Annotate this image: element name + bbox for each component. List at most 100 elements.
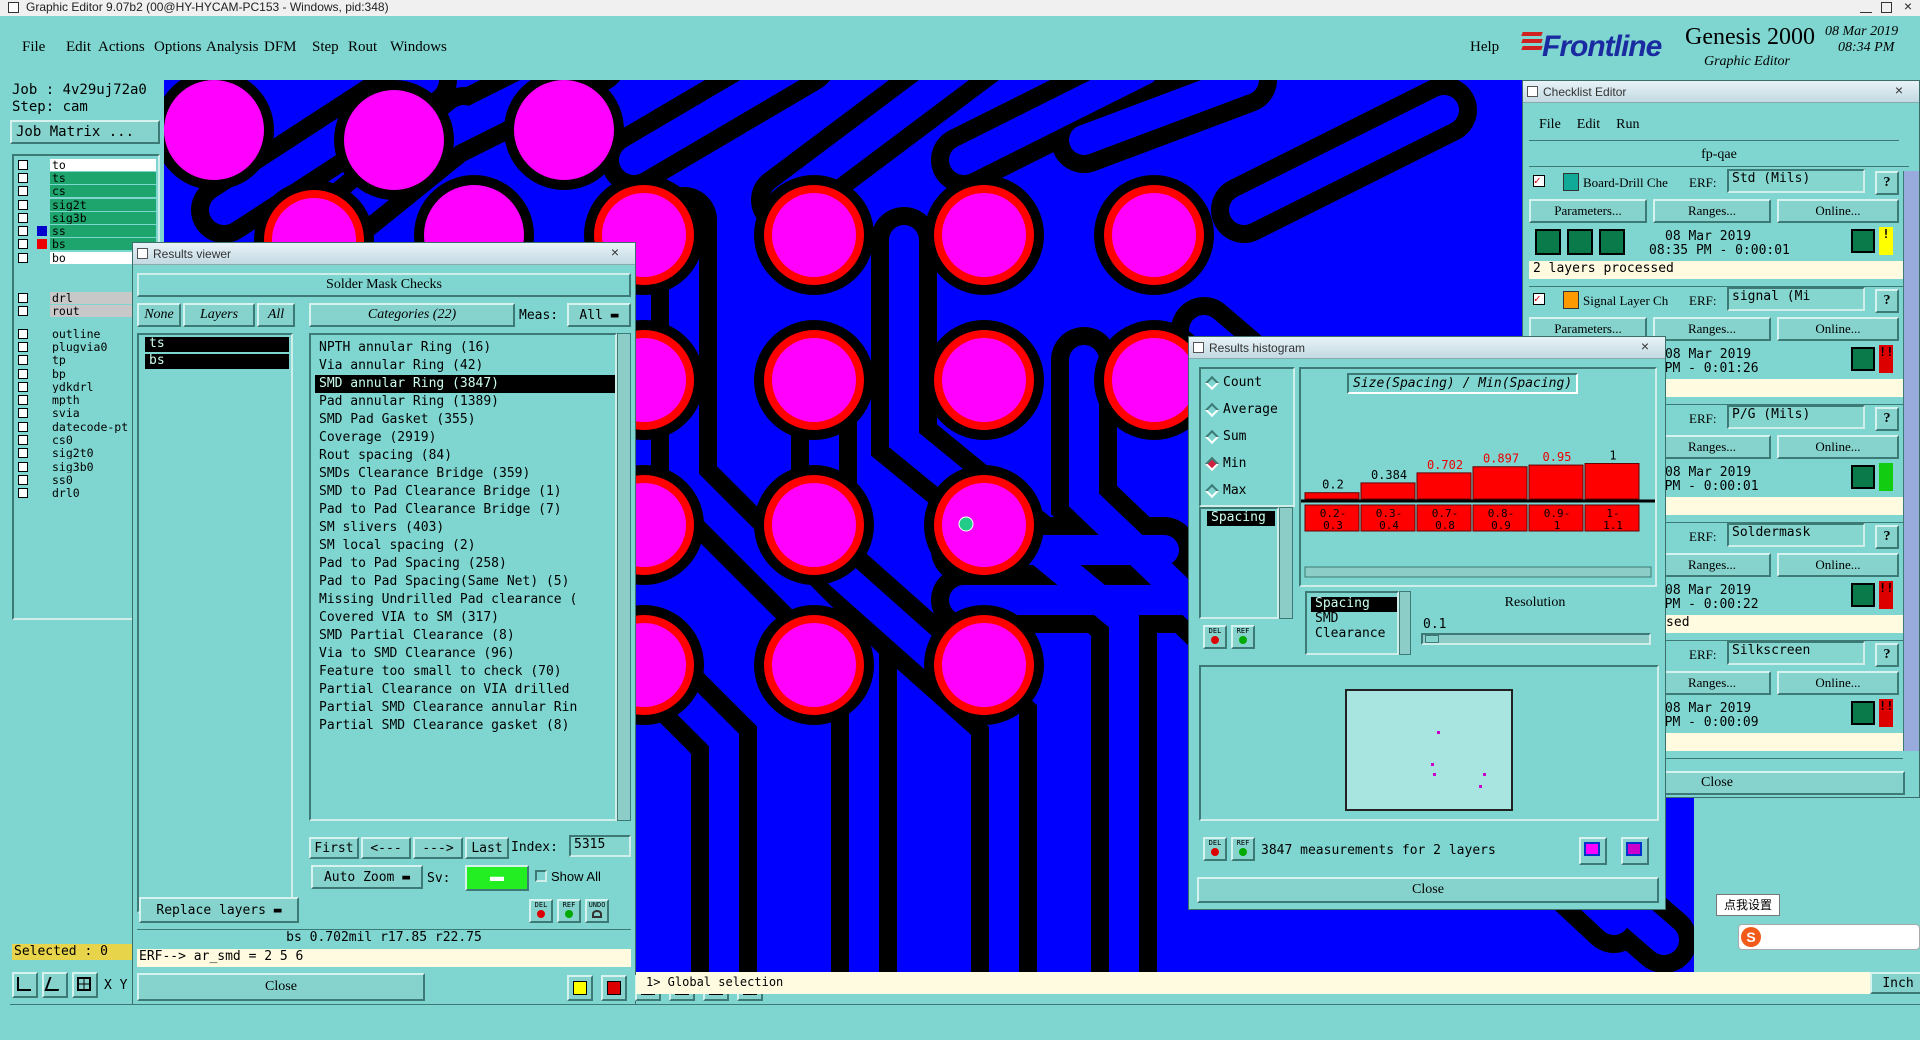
category-item[interactable]: Partial Clearance on VIA drilled bbox=[315, 681, 615, 699]
zoom-icon[interactable] bbox=[1851, 347, 1875, 371]
show-all-checkbox[interactable] bbox=[535, 870, 547, 882]
layer-row[interactable]: to bbox=[16, 158, 156, 171]
category-item[interactable]: Pad to Pad Spacing (258) bbox=[315, 555, 615, 573]
erf-field[interactable]: signal (Mi bbox=[1727, 287, 1865, 311]
results-category-list[interactable]: NPTH annular Ring (16) Via annular Ring (… bbox=[309, 333, 617, 821]
menu-options[interactable]: Options bbox=[154, 39, 206, 56]
all-button[interactable]: All bbox=[257, 303, 295, 327]
histogram-chart[interactable]: Size(Spacing) / Min(Spacing) 0.2 0.2- 0.3 0… bbox=[1299, 367, 1657, 587]
parameters-button[interactable]: Parameters... bbox=[1529, 199, 1647, 223]
category-item[interactable]: Via annular Ring (42) bbox=[315, 357, 615, 375]
category-item[interactable]: Pad annular Ring (1389) bbox=[315, 393, 615, 411]
categories-button[interactable]: Categories (22) bbox=[309, 303, 515, 327]
pcb-pad[interactable] bbox=[334, 80, 454, 200]
resolution-slider[interactable] bbox=[1421, 633, 1651, 645]
erf-field[interactable]: Silkscreen bbox=[1727, 641, 1865, 665]
units-select[interactable]: Inch bbox=[1870, 972, 1920, 994]
tool-measure-icon[interactable] bbox=[42, 972, 68, 998]
category-scrollbar[interactable] bbox=[617, 333, 631, 821]
category-item[interactable]: Feature too small to check (70) bbox=[315, 663, 615, 681]
results-layer-item[interactable]: bs bbox=[145, 353, 289, 369]
close-icon[interactable]: × bbox=[1885, 82, 1913, 100]
ime-toolbar[interactable]: S bbox=[1738, 924, 1920, 950]
layer-checkbox[interactable] bbox=[18, 305, 28, 316]
help-button[interactable]: ? bbox=[1875, 171, 1899, 195]
zoom-icon[interactable] bbox=[1851, 465, 1875, 489]
help-button[interactable]: ? bbox=[1875, 289, 1899, 313]
layer-checkbox[interactable] bbox=[18, 341, 28, 352]
histogram-print-icon[interactable] bbox=[1621, 837, 1649, 865]
menu-dfm[interactable]: DFM bbox=[264, 39, 312, 56]
none-button[interactable]: None bbox=[137, 303, 181, 327]
pcb-pad[interactable] bbox=[754, 320, 874, 440]
layer-checkbox[interactable] bbox=[18, 212, 28, 223]
histogram-list-item[interactable]: Spacing bbox=[1207, 510, 1275, 526]
layer-checkbox[interactable] bbox=[18, 448, 28, 459]
layer-checkbox[interactable] bbox=[18, 488, 28, 499]
checklist-menu-file[interactable]: File bbox=[1539, 117, 1561, 133]
category-item[interactable]: SMD Partial Clearance (8) bbox=[315, 627, 615, 645]
pcb-pad[interactable] bbox=[924, 320, 1044, 440]
online-button[interactable]: Online... bbox=[1777, 435, 1899, 459]
layer-checkbox[interactable] bbox=[18, 226, 28, 237]
layer-checkbox[interactable] bbox=[18, 159, 28, 170]
layer-checkbox[interactable] bbox=[18, 292, 28, 303]
layer-row[interactable]: ss bbox=[16, 224, 156, 238]
online-button[interactable]: Online... bbox=[1777, 553, 1899, 577]
zoom-icon[interactable] bbox=[1851, 701, 1875, 725]
job-matrix-button[interactable]: Job Matrix ... bbox=[10, 120, 160, 144]
erf-field[interactable]: P/G (Mils) bbox=[1727, 405, 1865, 429]
online-button[interactable]: Online... bbox=[1777, 199, 1899, 223]
sv-color-select[interactable]: ▬ bbox=[465, 865, 529, 891]
pcb-pad[interactable] bbox=[924, 175, 1044, 295]
online-button[interactable]: Online... bbox=[1777, 671, 1899, 695]
chart-scrollbar[interactable] bbox=[1304, 566, 1652, 578]
mode-option-sum[interactable]: Sum bbox=[1201, 423, 1293, 450]
checklist-menu-run[interactable]: Run bbox=[1616, 117, 1639, 133]
menu-step[interactable]: Step bbox=[312, 39, 348, 56]
erf-field[interactable]: Std (Mils) bbox=[1727, 169, 1865, 193]
pcb-pad[interactable] bbox=[754, 605, 874, 725]
measure-item[interactable]: Spacing bbox=[1311, 596, 1397, 612]
tool-select-icon[interactable] bbox=[12, 972, 38, 998]
menu-rout[interactable]: Rout bbox=[348, 39, 390, 56]
online-button[interactable]: Online... bbox=[1777, 317, 1899, 341]
histogram-export-icon[interactable] bbox=[1579, 837, 1607, 865]
meas-select[interactable]: All ▬ bbox=[567, 303, 631, 327]
mode-option-max[interactable]: Max bbox=[1201, 477, 1293, 504]
close-icon[interactable]: × bbox=[1631, 338, 1659, 356]
layer-checkbox[interactable] bbox=[18, 421, 28, 432]
summary-del-icon[interactable]: DEL bbox=[1203, 837, 1227, 861]
pcb-pad[interactable] bbox=[754, 175, 874, 295]
category-item[interactable]: Partial SMD Clearance gasket (8) bbox=[315, 717, 615, 735]
layer-row[interactable]: ts bbox=[16, 171, 156, 184]
category-item[interactable]: Partial SMD Clearance annular Rin bbox=[315, 699, 615, 717]
layers-button[interactable]: Layers bbox=[183, 303, 255, 327]
layer-row[interactable]: sig2t bbox=[16, 198, 156, 211]
auto-zoom-select[interactable]: Auto Zoom ▬ bbox=[311, 865, 423, 889]
category-item[interactable]: SM slivers (403) bbox=[315, 519, 615, 537]
row-checkbox[interactable]: ✓ bbox=[1533, 293, 1545, 305]
menu-actions[interactable]: Actions bbox=[98, 39, 154, 56]
layer-checkbox[interactable] bbox=[18, 239, 28, 250]
menu-file[interactable]: File bbox=[22, 39, 66, 56]
category-item[interactable]: SMD to Pad Clearance Bridge (1) bbox=[315, 483, 615, 501]
category-item[interactable]: SMDs Clearance Bridge (359) bbox=[315, 465, 615, 483]
histogram-ref-icon[interactable]: REF bbox=[1231, 625, 1255, 649]
layer-row[interactable]: sig3b bbox=[16, 211, 156, 224]
category-item[interactable]: Covered VIA to SM (317) bbox=[315, 609, 615, 627]
layer-checkbox[interactable] bbox=[18, 355, 28, 366]
replace-layers-select[interactable]: Replace layers ▬ bbox=[139, 897, 299, 923]
menu-windows[interactable]: Windows bbox=[390, 39, 450, 56]
measure-item[interactable]: SMD bbox=[1311, 611, 1397, 627]
close-icon[interactable]: × bbox=[1904, 0, 1912, 14]
layer-checkbox[interactable] bbox=[18, 408, 28, 419]
tool-grid-icon[interactable] bbox=[72, 972, 98, 998]
ranges-button[interactable]: Ranges... bbox=[1653, 435, 1771, 459]
category-item[interactable]: SMD Pad Gasket (355) bbox=[315, 411, 615, 429]
last-button[interactable]: Last bbox=[465, 837, 509, 859]
ref-icon[interactable]: REF bbox=[557, 899, 581, 923]
histogram-del-icon[interactable]: DEL bbox=[1203, 625, 1227, 649]
category-item[interactable]: Pad to Pad Spacing(Same Net) (5) bbox=[315, 573, 615, 591]
histogram-bar[interactable] bbox=[1304, 492, 1360, 500]
